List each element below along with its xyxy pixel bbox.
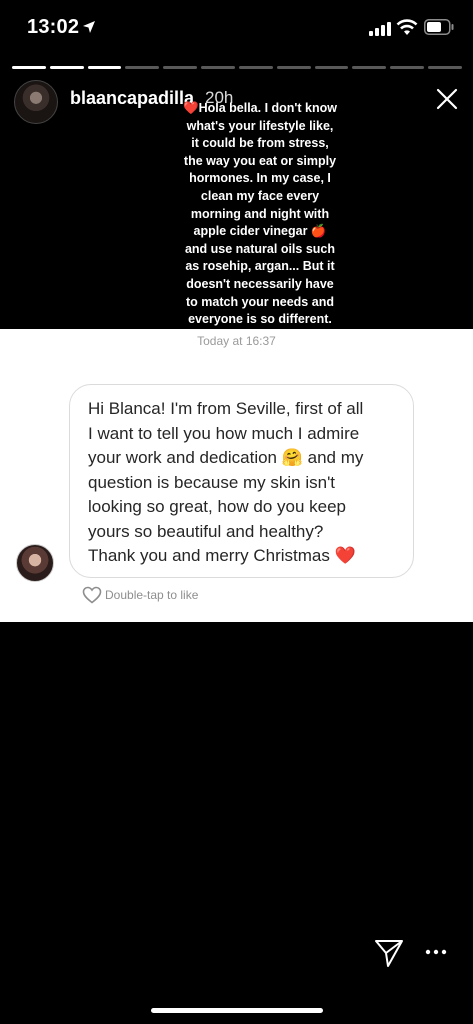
status-time: 13:02 [27,16,80,38]
progress-segment [12,66,46,69]
caption-line: everyone is so different. [188,312,332,327]
progress-segment [314,66,349,69]
progress-segment [87,66,122,69]
caption-line: as rosehip, argan... But it [185,259,335,274]
location-arrow-icon [83,21,95,33]
send-icon[interactable] [374,938,404,968]
caption-line: it could be from stress, [191,136,329,151]
story-progress-bar [12,66,462,69]
caption-line: hormones. In my case, I [189,171,331,186]
message-line: Hi Blanca! I'm from Seville, first of al… [88,399,364,418]
message-line: question is because my skin isn't [88,472,336,492]
message-line: yours so beautiful and healthy? [88,521,324,541]
like-hint[interactable]: Double-tap to like [82,586,198,604]
caption-line: the way you eat or simply [183,153,337,168]
wifi-icon [396,19,418,35]
heart-emoji-icon: ❤️ [183,101,199,115]
story-avatar[interactable] [14,80,58,124]
caption-line: to match your needs and [186,294,334,309]
progress-segment [276,66,311,69]
home-indicator[interactable] [151,1008,323,1013]
question-panel: Today at 16:37 Hi Blanca! I'm from Sevil… [0,329,473,622]
caption-line: and use natural oils such [184,241,336,256]
progress-segment [49,66,84,69]
progress-segment [125,66,160,69]
caption-line: ❤️Hola bella. I don't know [183,101,337,115]
caption-line: doesn't necessarily have [186,276,334,291]
question-bubble[interactable]: Hi Blanca! I'm from Seville, first of al… [69,384,414,578]
progress-segment [201,66,235,69]
progress-segment [390,66,425,69]
message-line: I want to tell you how much I admire [88,423,360,443]
caption-line: apple cider vinegar 🍎 [193,224,327,239]
progress-segment [428,66,462,69]
message-line: looking so great, how do you keep [88,497,347,516]
battery-icon [424,19,454,35]
progress-segment [352,66,387,69]
sender-avatar[interactable] [16,544,54,582]
caption-line: what's your lifestyle like, [186,118,334,133]
caption-line: morning and night with [190,206,330,221]
status-bar: 13:02 [0,0,473,60]
message-line: Thank you and merry Christmas ❤️ [88,546,356,565]
signal-icon [369,22,391,36]
heart-outline-icon[interactable] [82,586,102,604]
like-hint-label: Double-tap to like [105,588,199,602]
more-icon[interactable] [424,945,448,959]
progress-segment [163,66,198,69]
story-caption: ❤️Hola bella. I don't know what's your l… [160,100,360,329]
close-icon[interactable] [432,84,462,114]
message-line: your work and dedication 🤗 and my [88,448,364,467]
question-timestamp: Today at 16:37 [197,334,276,348]
caption-line: clean my face every [200,188,320,203]
apple-emoji-icon: 🍎 [310,224,327,239]
progress-segment [238,66,273,69]
